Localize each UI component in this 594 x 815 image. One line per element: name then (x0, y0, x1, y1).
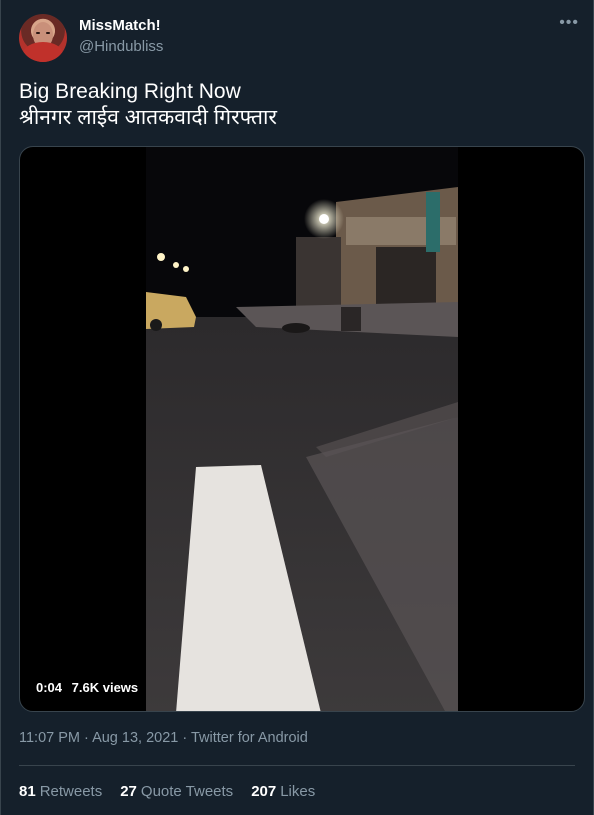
video-duration: 0:04 (36, 680, 63, 695)
tweet-header: MissMatch! @Hindubliss ••• (19, 10, 579, 66)
display-name[interactable]: MissMatch! (79, 17, 161, 34)
video-meta: 0:04 7.6K views (36, 680, 144, 695)
likes-label: Likes (280, 783, 316, 800)
divider (19, 765, 575, 766)
video-frame (146, 147, 458, 711)
more-options-icon[interactable]: ••• (559, 14, 579, 32)
retweets-stat[interactable]: 81 Retweets (19, 783, 102, 800)
avatar[interactable] (19, 14, 67, 62)
video-views: 7.6K views (71, 680, 139, 695)
quote-label: Quote Tweets (140, 783, 234, 800)
video-player[interactable]: 0:04 7.6K views (19, 146, 585, 712)
likes-stat[interactable]: 207 Likes (251, 783, 315, 800)
likes-count: 207 (251, 783, 277, 800)
avatar-veil (23, 42, 63, 62)
avatar-eye (36, 32, 40, 34)
tweet-stats: 81 Retweets 27 Quote Tweets 207 Likes (19, 783, 315, 800)
quote-tweets-stat[interactable]: 27 Quote Tweets (120, 783, 233, 800)
retweets-label: Retweets (39, 783, 103, 800)
avatar-eye (46, 32, 50, 34)
user-handle[interactable]: @Hindubliss (79, 38, 163, 55)
quote-count: 27 (120, 783, 137, 800)
tweet-text: Big Breaking Right Now श्रीनगर लाईव आतकव… (19, 79, 277, 131)
tweet-timestamp[interactable]: 11:07 PM · Aug 13, 2021 · Twitter for An… (19, 730, 308, 746)
tweet-text-line: श्रीनगर लाईव आतकवादी गिरफ्तार (19, 106, 277, 129)
tweet-text-line: Big Breaking Right Now (19, 80, 241, 103)
retweets-count: 81 (19, 783, 36, 800)
tweet-card: MissMatch! @Hindubliss ••• Big Breaking … (0, 0, 594, 815)
